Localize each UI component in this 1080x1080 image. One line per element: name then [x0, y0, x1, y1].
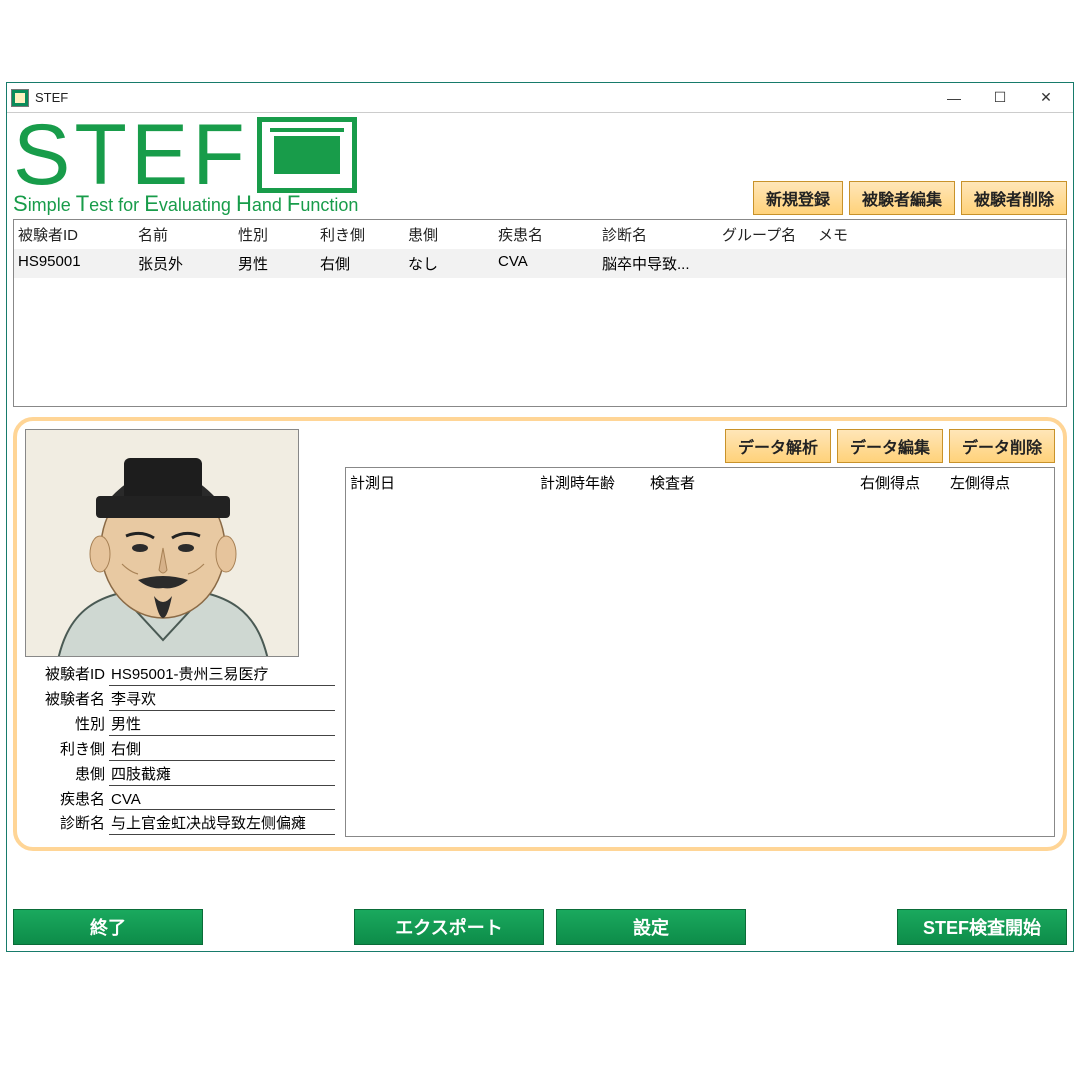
col-memo: メモ — [814, 220, 1066, 249]
cell-disease: CVA — [494, 249, 598, 278]
col-group: グループ名 — [718, 220, 814, 249]
logo-block: STEF Simple Test for Evaluating Hand Fun… — [13, 117, 747, 217]
col-dominant: 利き側 — [316, 220, 404, 249]
value-sex: 男性 — [109, 713, 335, 736]
label-id: 被験者ID — [25, 663, 109, 684]
delete-subject-button[interactable]: 被験者削除 — [961, 181, 1067, 215]
cell-dominant: 右側 — [316, 249, 404, 278]
data-delete-button[interactable]: データ削除 — [949, 429, 1055, 463]
header-row: STEF Simple Test for Evaluating Hand Fun… — [13, 117, 1067, 217]
logo: STEF — [13, 117, 747, 193]
subject-portrait — [25, 429, 299, 657]
cell-sex: 男性 — [234, 249, 316, 278]
start-test-button[interactable]: STEF検査開始 — [897, 909, 1067, 945]
label-affected: 患側 — [25, 763, 109, 784]
window-title: STEF — [35, 90, 68, 105]
content: STEF Simple Test for Evaluating Hand Fun… — [7, 113, 1073, 857]
exit-button[interactable]: 終了 — [13, 909, 203, 945]
settings-button[interactable]: 設定 — [556, 909, 746, 945]
profile-column: 被験者IDHS95001-贵州三易医疗 被験者名李寻欢 性別男性 利き側右側 患… — [25, 429, 335, 837]
app-icon — [11, 89, 29, 107]
mcol-examiner: 検査者 — [646, 468, 856, 497]
measurement-table-header: 計測日 計測時年齢 検査者 右側得点 左側得点 — [346, 468, 1054, 497]
logo-text: STEF — [13, 121, 249, 190]
cell-affected: なし — [404, 249, 494, 278]
col-disease: 疾患名 — [494, 220, 598, 249]
footer-bar: 終了 エクスポート 設定 STEF検査開始 — [13, 909, 1067, 945]
value-dominant: 右側 — [109, 738, 335, 761]
maximize-button[interactable]: ☐ — [977, 84, 1023, 112]
subject-table-header: 被験者ID 名前 性別 利き側 患側 疾患名 診断名 グループ名 メモ — [14, 220, 1066, 249]
label-diagnosis: 診断名 — [25, 812, 109, 833]
edit-subject-button[interactable]: 被験者編集 — [849, 181, 955, 215]
cell-diagnosis: 脳卒中导致... — [598, 249, 718, 278]
col-sex: 性別 — [234, 220, 316, 249]
data-edit-button[interactable]: データ編集 — [837, 429, 943, 463]
mcol-age: 計測時年齢 — [536, 468, 646, 497]
cell-name: 张员外 — [134, 249, 234, 278]
close-button[interactable]: ✕ — [1023, 84, 1069, 112]
detail-panel: 被験者IDHS95001-贵州三易医疗 被験者名李寻欢 性別男性 利き側右側 患… — [13, 417, 1067, 851]
export-button[interactable]: エクスポート — [354, 909, 544, 945]
col-diagnosis: 診断名 — [598, 220, 718, 249]
col-name: 名前 — [134, 220, 234, 249]
cell-id: HS95001 — [14, 249, 134, 278]
value-diagnosis: 与上官金虹决战导致左侧偏瘫 — [109, 812, 335, 835]
value-name: 李寻欢 — [109, 688, 335, 711]
tagline: Simple Test for Evaluating Hand Function — [13, 191, 747, 217]
value-id: HS95001-贵州三易医疗 — [109, 663, 335, 686]
mcol-right: 右側得点 — [856, 468, 946, 497]
label-name: 被験者名 — [25, 688, 109, 709]
value-affected: 四肢截瘫 — [109, 763, 335, 786]
subject-table[interactable]: 被験者ID 名前 性別 利き側 患側 疾患名 診断名 グループ名 メモ HS95… — [13, 219, 1067, 407]
mcol-date: 計測日 — [346, 468, 536, 497]
label-dominant: 利き側 — [25, 738, 109, 759]
col-id: 被験者ID — [14, 220, 134, 249]
data-analyze-button[interactable]: データ解析 — [725, 429, 831, 463]
cell-memo — [814, 249, 1066, 278]
cell-group — [718, 249, 814, 278]
logo-icon — [257, 117, 357, 193]
window-controls: — ☐ ✕ — [931, 84, 1069, 112]
subject-info: 被験者IDHS95001-贵州三易医疗 被験者名李寻欢 性別男性 利き側右側 患… — [25, 663, 335, 837]
table-row[interactable]: HS95001 张员外 男性 右側 なし CVA 脳卒中导致... — [14, 249, 1066, 278]
col-affected: 患側 — [404, 220, 494, 249]
new-subject-button[interactable]: 新規登録 — [753, 181, 843, 215]
value-disease: CVA — [109, 791, 335, 810]
measurement-column: データ解析 データ編集 データ削除 計測日 計測時年齢 検査者 右側得点 左側得… — [345, 429, 1055, 837]
minimize-button[interactable]: — — [931, 84, 977, 112]
app-window: STEF — ☐ ✕ STEF Simple Test for Evaluati… — [6, 82, 1074, 952]
label-sex: 性別 — [25, 713, 109, 734]
mcol-left: 左側得点 — [946, 468, 1036, 497]
measurement-table[interactable]: 計測日 計測時年齢 検査者 右側得点 左側得点 — [345, 467, 1055, 837]
label-disease: 疾患名 — [25, 788, 109, 809]
